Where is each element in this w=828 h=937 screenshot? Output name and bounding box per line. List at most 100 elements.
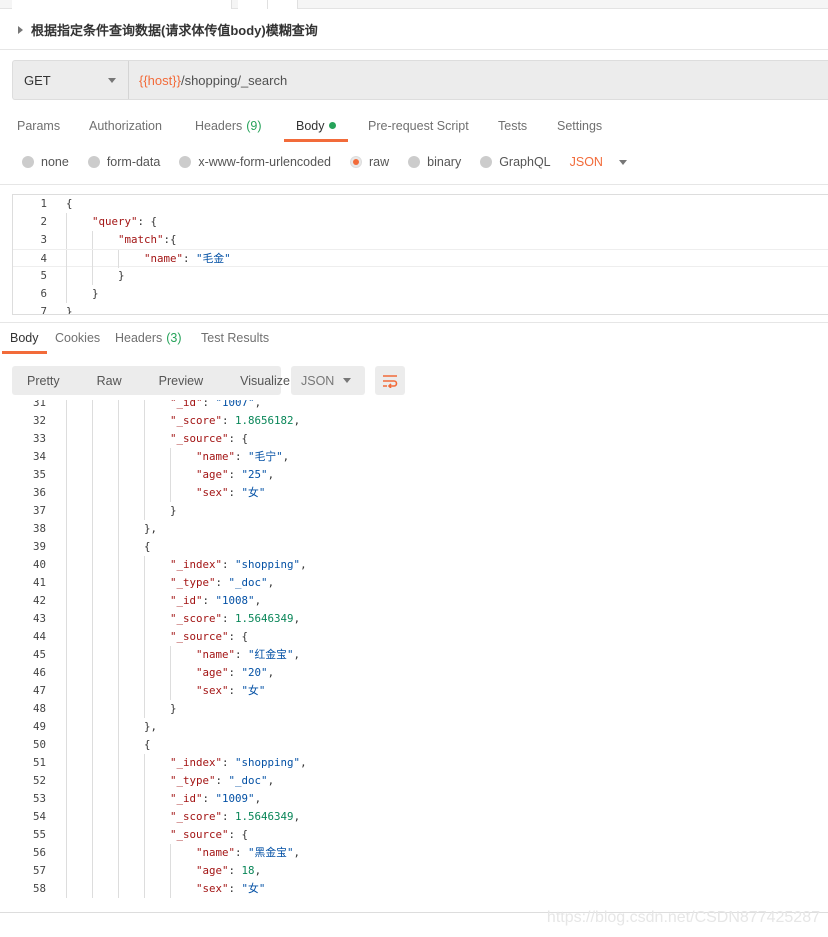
indent-guide [66, 538, 67, 556]
body-format-select[interactable]: JSON [570, 155, 627, 169]
code-token: "黑金宝" [248, 846, 294, 859]
request-title[interactable]: 根据指定条件查询数据(请求体传值body)模糊查询 [18, 20, 318, 39]
indent-guide [66, 412, 67, 430]
code-text: "name": "黑金宝", [196, 844, 300, 862]
line-number: 43 [32, 612, 46, 625]
active-tab-underline [2, 351, 47, 354]
wrap-lines-button[interactable] [375, 366, 405, 395]
tab-params[interactable]: Params [17, 119, 60, 133]
response-tab-body[interactable]: Body [2, 331, 47, 354]
url-input[interactable]: {{host}}/shopping/_search [129, 61, 287, 99]
code-token: "20" [241, 666, 268, 679]
expand-triangle-icon[interactable] [18, 25, 23, 34]
radio-raw[interactable]: raw [350, 155, 389, 169]
tab-authorization[interactable]: Authorization [89, 119, 162, 133]
indent-guide [170, 466, 171, 484]
code-token: "shopping" [235, 756, 301, 769]
indent-guide [118, 610, 119, 628]
indent-guide [118, 772, 119, 790]
code-line: 45 "name": "红金宝", [0, 646, 828, 664]
code-text: "_source": { [170, 430, 248, 448]
indent-guide [144, 466, 145, 484]
indent-guide [92, 412, 93, 430]
code-token: , [254, 400, 262, 409]
request-body-editor[interactable]: 1{2 "query": {3 "match":{4 "name": "毛金" 5} 6}… [12, 194, 828, 315]
indent-guide [144, 646, 145, 664]
method-select[interactable]: GET [13, 61, 129, 99]
indent-guide [170, 880, 171, 898]
line-number: 58 [32, 882, 46, 895]
tab-tests[interactable]: Tests [498, 119, 527, 133]
radio-binary[interactable]: binary [408, 155, 461, 169]
code-token: "红金宝" [248, 648, 294, 661]
indent-guide [118, 430, 119, 448]
indent-guide [118, 736, 119, 754]
code-line: 43 "_score": 1.5646349, [0, 610, 828, 628]
code-token: } [170, 702, 177, 715]
code-line: 51 "_index": "shopping", [0, 754, 828, 772]
response-tab-cookies[interactable]: Cookies [55, 331, 100, 345]
line-number: 56 [32, 846, 46, 859]
code-line: 4 "name": "毛金" [13, 249, 828, 268]
code-token: "女" [241, 486, 266, 499]
response-view-modes: Pretty Raw Preview Visualize [12, 366, 290, 395]
indent-guide [144, 664, 145, 682]
code-token: "_type" [170, 774, 216, 787]
radio-x-www-form-urlencoded[interactable]: x-www-form-urlencoded [179, 155, 331, 169]
tab-pre-request-script[interactable]: Pre-request Script [368, 119, 469, 133]
view-mode-raw[interactable]: Raw [97, 374, 122, 388]
indent-guide [66, 664, 67, 682]
indent-guide [66, 736, 67, 754]
code-text: "name": "毛金" [144, 250, 231, 268]
code-token: { [144, 738, 151, 751]
code-text: { [66, 195, 73, 213]
response-tab-test-results[interactable]: Test Results [201, 331, 269, 345]
code-line: 6} [13, 285, 828, 303]
view-mode-visualize[interactable]: Visualize [240, 374, 290, 388]
code-token: , [254, 594, 262, 607]
indent-guide [66, 466, 67, 484]
response-body-viewer[interactable]: 31 "_id": "1007", 32 "_score": 1.8656182, 33… [0, 400, 828, 904]
response-tab-headers[interactable]: Headers (3) [115, 331, 182, 345]
request-tab[interactable] [268, 0, 298, 9]
indent-guide [118, 790, 119, 808]
line-number: 42 [32, 594, 46, 607]
request-tabs: Params Authorization Headers (9) Body Pre-req… [0, 119, 828, 143]
code-line: 32 "_score": 1.8656182, [0, 412, 828, 430]
indent-guide [66, 628, 67, 646]
line-number: 39 [32, 540, 46, 553]
indent-guide [66, 556, 67, 574]
request-tab[interactable] [238, 0, 268, 9]
code-token: "1008" [215, 594, 255, 607]
view-mode-preview[interactable]: Preview [159, 374, 203, 388]
code-token: "_source" [170, 432, 229, 445]
chevron-down-icon [343, 378, 351, 383]
code-token: 1.5646349 [235, 810, 294, 823]
radio-none[interactable]: none [22, 155, 69, 169]
radio-form-data[interactable]: form-data [87, 155, 160, 169]
tab-body[interactable]: Body [284, 119, 348, 142]
code-text: "name": "毛宁", [196, 448, 289, 466]
radio-circle-icon [350, 156, 362, 168]
code-token: "sex" [196, 684, 229, 697]
code-token: , [293, 612, 301, 625]
radio-graphql[interactable]: GraphQL [480, 155, 551, 169]
indent-guide [144, 862, 145, 880]
line-number: 51 [32, 756, 46, 769]
indent-guide [170, 862, 171, 880]
response-format-select[interactable]: JSON [291, 366, 365, 395]
indent-guide [66, 610, 67, 628]
tab-headers[interactable]: Headers (9) [195, 119, 262, 133]
radio-label: x-www-form-urlencoded [198, 155, 331, 169]
request-tab[interactable] [12, 0, 232, 9]
code-token: 1.8656182 [235, 414, 294, 427]
line-number: 3 [40, 233, 47, 246]
tab-settings[interactable]: Settings [557, 119, 602, 133]
code-token: "sex" [196, 882, 229, 895]
view-mode-pretty[interactable]: Pretty [27, 374, 60, 388]
indent-guide [144, 844, 145, 862]
code-token: , [267, 468, 275, 481]
indent-guide [92, 502, 93, 520]
indent-guide [144, 448, 145, 466]
line-number: 54 [32, 810, 46, 823]
